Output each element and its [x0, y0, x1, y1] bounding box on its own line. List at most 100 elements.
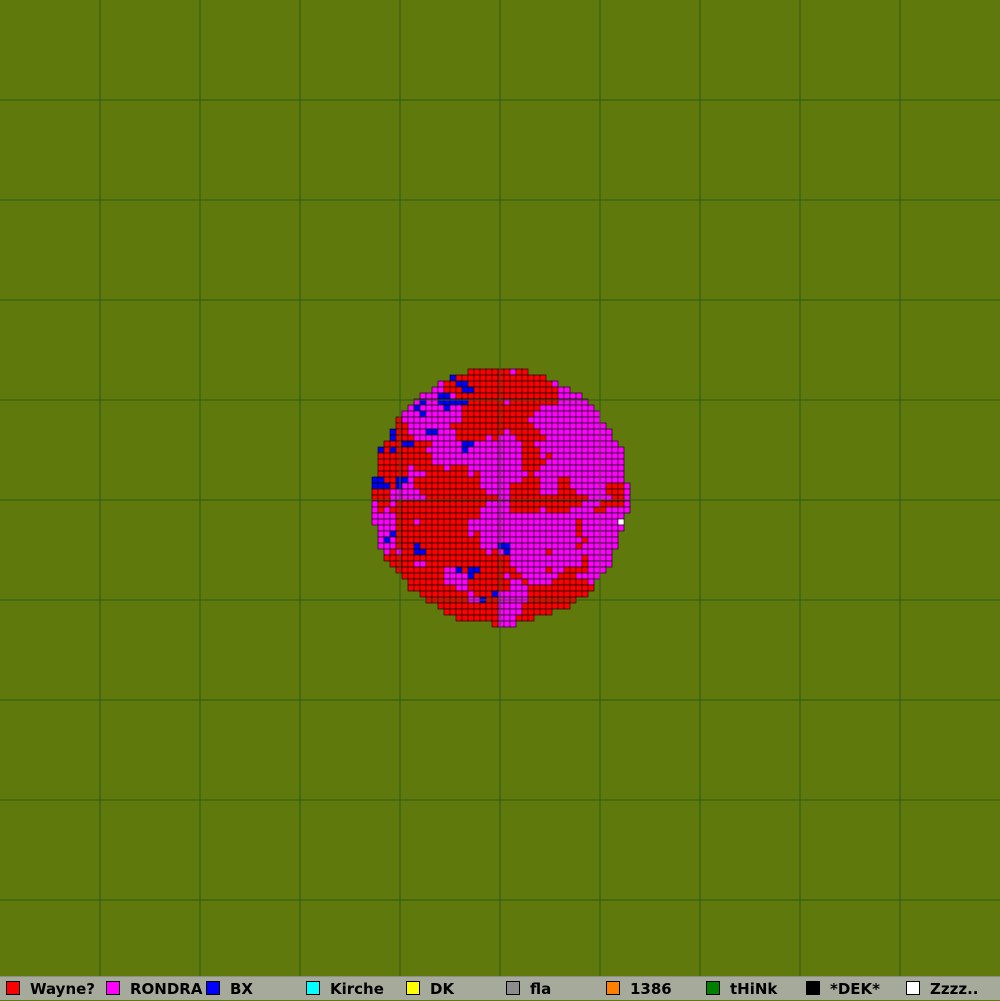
territory-cell	[473, 560, 481, 568]
territory-cell	[443, 458, 451, 466]
territory-cell	[611, 542, 619, 550]
territory-cell	[443, 386, 451, 394]
territory-cell	[515, 482, 523, 490]
territory-cell	[461, 554, 469, 562]
territory-cell	[527, 590, 535, 598]
territory-cell	[563, 524, 571, 532]
territory-cell	[407, 452, 415, 460]
territory-cell	[419, 488, 427, 496]
territory-cell	[521, 476, 529, 484]
territory-cell	[569, 434, 577, 442]
territory-cell	[521, 542, 529, 550]
territory-cell	[455, 584, 463, 592]
territory-cell	[407, 530, 415, 538]
territory-cell	[491, 440, 499, 448]
territory-cell	[593, 416, 601, 424]
territory-cell	[425, 572, 433, 580]
territory-cell	[497, 560, 505, 568]
territory-cell	[581, 590, 589, 598]
territory-cell	[551, 518, 559, 526]
territory-cell	[521, 578, 529, 586]
territory-cell	[551, 464, 559, 472]
territory-cell	[539, 422, 547, 430]
territory-cell	[437, 434, 445, 442]
territory-cell	[413, 542, 421, 550]
territory-cell	[413, 410, 421, 418]
territory-cell	[473, 410, 481, 418]
territory-cell	[563, 446, 571, 454]
territory-cell	[419, 566, 427, 574]
territory-cell	[599, 428, 607, 436]
territory-cell	[377, 542, 385, 550]
territory-cell	[509, 578, 517, 586]
territory-cell	[395, 422, 403, 430]
territory-cell	[485, 416, 493, 424]
territory-cell	[593, 428, 601, 436]
territory-cell	[437, 488, 445, 496]
territory-cell	[521, 530, 529, 538]
territory-cell	[539, 428, 547, 436]
territory-cell	[431, 464, 439, 472]
territory-cell	[401, 410, 409, 418]
territory-cell	[563, 464, 571, 472]
territory-cell	[581, 578, 589, 586]
territory-cell	[539, 566, 547, 574]
territory-cell	[605, 536, 613, 544]
territory-cell	[575, 470, 583, 478]
territory-cell	[575, 476, 583, 484]
territory-cell	[611, 518, 619, 526]
territory-cell	[407, 500, 415, 508]
territory-cell	[377, 512, 385, 520]
territory-cell	[491, 608, 499, 616]
territory-cell	[455, 512, 463, 520]
territory-cell	[527, 380, 535, 388]
territory-cell	[449, 602, 457, 610]
territory-cell	[581, 506, 589, 514]
territory-cell	[419, 590, 427, 598]
territory-cell	[587, 404, 595, 412]
territory-cell	[401, 548, 409, 556]
territory-cell	[539, 506, 547, 514]
territory-cell	[467, 458, 475, 466]
territory-cell	[473, 476, 481, 484]
territory-cell	[455, 536, 463, 544]
territory-cell	[515, 422, 523, 430]
territory-cell	[497, 578, 505, 586]
territory-cell	[407, 488, 415, 496]
territory-cell	[575, 404, 583, 412]
territory-cell	[419, 410, 427, 418]
game-map[interactable]	[0, 0, 1000, 976]
territory-cell	[575, 554, 583, 562]
player-color-swatch	[206, 981, 220, 995]
territory-cell	[491, 542, 499, 550]
territory-cell	[527, 554, 535, 562]
territory-cell	[383, 512, 391, 520]
territory-cell	[437, 428, 445, 436]
territory-cell	[479, 404, 487, 412]
territory-cell	[581, 554, 589, 562]
territory-cell	[377, 452, 385, 460]
territory-cell	[563, 530, 571, 538]
territory-cell	[497, 434, 505, 442]
territory-cell	[461, 518, 469, 526]
territory-cell	[581, 572, 589, 580]
territory-cell	[587, 422, 595, 430]
territory-cell	[485, 554, 493, 562]
territory-cell	[449, 446, 457, 454]
territory-cell	[509, 386, 517, 394]
territory-cell	[539, 500, 547, 508]
territory-cell	[599, 434, 607, 442]
territory-cell	[617, 512, 625, 520]
territory-cell	[509, 476, 517, 484]
territory-cell	[557, 404, 565, 412]
territory-cell	[551, 542, 559, 550]
territory-cell	[599, 488, 607, 496]
territory-cell	[533, 572, 541, 580]
territory-cell	[617, 476, 625, 484]
territory-cell	[485, 392, 493, 400]
territory-cell	[563, 602, 571, 610]
territory-cell	[527, 518, 535, 526]
territory-cell	[395, 488, 403, 496]
territory-cell	[563, 590, 571, 598]
territory-cell	[503, 614, 511, 622]
